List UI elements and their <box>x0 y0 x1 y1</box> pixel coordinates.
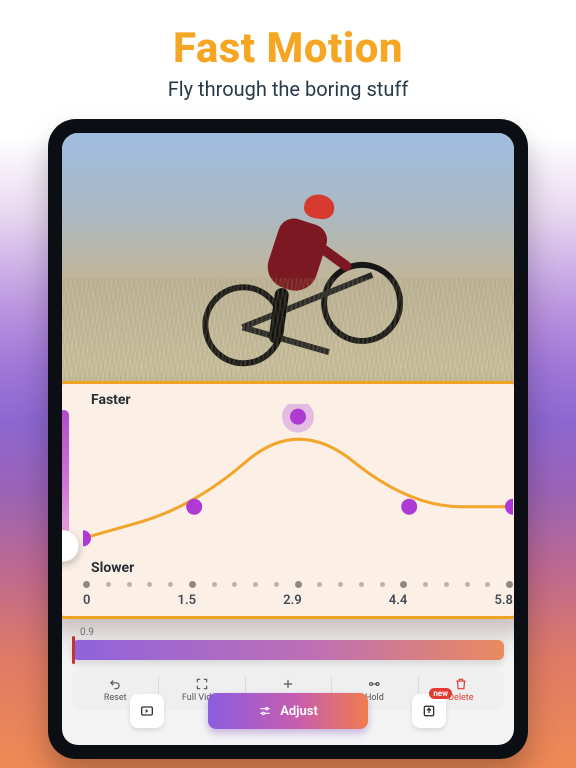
tick-label: 2.9 <box>283 593 302 608</box>
adjust-label: Adjust <box>280 704 318 719</box>
timeline-tick-labels: 0 1.5 2.9 4.4 5.8 <box>83 593 513 608</box>
adjust-button[interactable]: Adjust <box>208 693 368 729</box>
tick-label: 0 <box>83 593 90 608</box>
trash-icon <box>454 677 468 691</box>
curve-point[interactable] <box>505 499 513 515</box>
export-button[interactable]: new <box>412 694 446 728</box>
tablet-frame: Faster Slower 0 1.5 2.9 4.4 5. <box>48 119 528 759</box>
back-icon <box>139 703 155 719</box>
curve-point[interactable] <box>290 409 306 425</box>
slower-label: Slower <box>91 560 134 576</box>
tick-label: 5.8 <box>494 593 513 608</box>
app-screen: Faster Slower 0 1.5 2.9 4.4 5. <box>62 133 514 745</box>
export-icon <box>421 703 437 719</box>
sliders-icon <box>258 704 272 718</box>
clip-timeline[interactable] <box>72 640 504 660</box>
page-subtitle: Fly through the boring stuff <box>168 77 409 101</box>
playhead[interactable] <box>72 636 75 664</box>
tick-label: 1.5 <box>178 593 197 608</box>
tick-label: 4.4 <box>389 593 408 608</box>
curve-point[interactable] <box>83 530 91 546</box>
back-button[interactable] <box>130 694 164 728</box>
timeline-minor-ticks <box>83 580 513 588</box>
hold-icon <box>367 677 381 691</box>
current-time-label: 0.9 <box>80 627 504 638</box>
speed-curve-editor: Faster Slower 0 1.5 2.9 4.4 5. <box>62 381 514 619</box>
speed-curve-chart[interactable] <box>83 404 513 562</box>
video-preview[interactable] <box>62 133 514 388</box>
new-badge: new <box>429 688 452 699</box>
expand-icon <box>195 677 209 691</box>
speed-vertical-slider-knob[interactable] <box>62 530 79 562</box>
curve-point[interactable] <box>186 499 202 515</box>
undo-icon <box>108 677 122 691</box>
plus-icon <box>281 677 295 691</box>
page-title: Fast Motion <box>168 24 409 73</box>
curve-point[interactable] <box>401 499 417 515</box>
